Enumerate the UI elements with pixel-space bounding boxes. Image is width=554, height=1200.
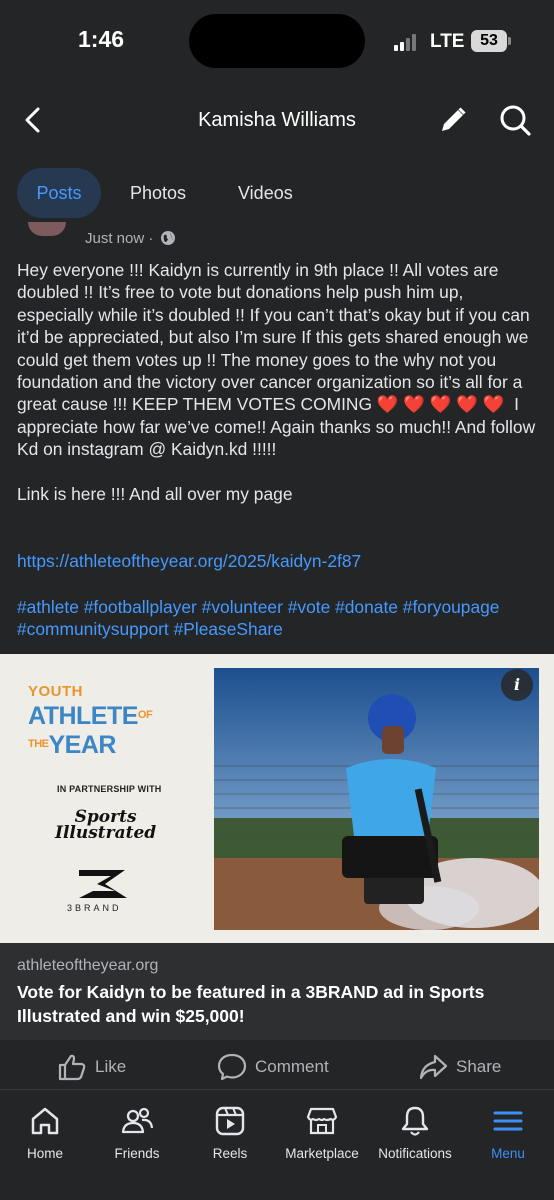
network-label: LTE (430, 31, 465, 52)
search-icon (500, 105, 531, 136)
nav-reels[interactable]: Reels (180, 1104, 280, 1161)
nav-menu[interactable]: Menu (458, 1104, 554, 1161)
athlete-photo (214, 668, 539, 930)
nav-menu-label: Menu (491, 1146, 525, 1161)
nav-friends-label: Friends (114, 1146, 160, 1161)
post-actions: Like Comment Share (0, 1040, 554, 1092)
info-icon[interactable]: i (501, 669, 533, 701)
edit-button[interactable] (437, 104, 469, 136)
search-button[interactable] (497, 102, 533, 138)
reels-icon (215, 1106, 245, 1136)
nav-marketplace-label: Marketplace (285, 1146, 359, 1161)
nav-home-label: Home (26, 1146, 63, 1161)
globe-icon (160, 231, 175, 245)
like-label: Like (95, 1057, 127, 1076)
ad-athlete-title: ATHLETEOF THEYEAR (28, 702, 214, 760)
nav-marketplace[interactable]: Marketplace (272, 1104, 372, 1161)
si-line2: Illustrated (55, 823, 157, 843)
tab-photos[interactable]: Photos (130, 168, 186, 218)
3brand-text: 3BRAND (67, 903, 122, 913)
link-domain: athleteoftheyear.org (17, 957, 159, 974)
thumbs-up-icon (58, 1054, 86, 1081)
post-timestamp: Just now · (85, 230, 154, 247)
sports-illustrated-logo: Sports Illustrated (55, 809, 157, 843)
post-body: Hey everyone !!! Kaidyn is currently in … (17, 260, 536, 505)
link-title: Vote for Kaidyn to be featured in a 3BRA… (17, 982, 485, 1026)
page-title: Kamisha Williams (198, 109, 356, 131)
ad-logo-panel: YOUTH ATHLETEOF THEYEAR IN PARTNERSHIP W… (0, 654, 214, 943)
tab-posts[interactable]: Posts (17, 168, 101, 218)
marketplace-icon (306, 1107, 338, 1135)
ad-partnership-label: IN PARTNERSHIP WITH (57, 784, 162, 794)
share-icon (419, 1054, 448, 1080)
nav-home[interactable]: Home (0, 1104, 95, 1161)
post-hashtags[interactable]: #athlete #footballplayer #volunteer #vot… (17, 596, 542, 641)
status-bar: 1:46 LTE 53 (0, 0, 554, 84)
nav-notifications[interactable]: Notifications (365, 1104, 465, 1161)
profile-tabs: Posts Photos Videos (0, 168, 554, 218)
pencil-icon (442, 107, 466, 131)
bottom-nav: Home Friends Reels Marketplace Notificat… (0, 1089, 554, 1200)
ad-athlete-word: ATHLETE (28, 702, 138, 730)
dynamic-island (189, 14, 365, 68)
battery-tip (508, 37, 511, 45)
nav-reels-label: Reels (212, 1146, 248, 1161)
nav-notifications-label: Notifications (378, 1146, 452, 1161)
status-time: 1:46 (78, 26, 125, 52)
post-link[interactable]: https://athleteoftheyear.org/2025/kaidyn… (17, 551, 361, 572)
link-preview-image[interactable]: YOUTH ATHLETEOF THEYEAR IN PARTNERSHIP W… (0, 654, 554, 943)
profile-header: Kamisha Williams (0, 84, 554, 158)
menu-icon (493, 1111, 523, 1131)
share-label: Share (456, 1057, 502, 1076)
comment-label: Comment (255, 1057, 329, 1076)
post-meta: Just now · (85, 230, 176, 247)
bell-icon (401, 1106, 429, 1136)
ad-youth-label: YOUTH (28, 683, 83, 700)
ad-year-word: YEAR (48, 731, 117, 759)
avatar[interactable] (28, 222, 66, 236)
battery-icon: 53 (471, 30, 507, 52)
home-icon (31, 1107, 59, 1135)
nav-friends[interactable]: Friends (87, 1104, 187, 1161)
comment-icon (217, 1053, 247, 1081)
signal-icon (394, 33, 420, 51)
baseball-player-photo (214, 668, 539, 930)
tab-videos[interactable]: Videos (238, 168, 293, 218)
friends-icon (121, 1107, 154, 1134)
link-card[interactable]: athleteoftheyear.org Vote for Kaidyn to … (0, 943, 554, 1040)
